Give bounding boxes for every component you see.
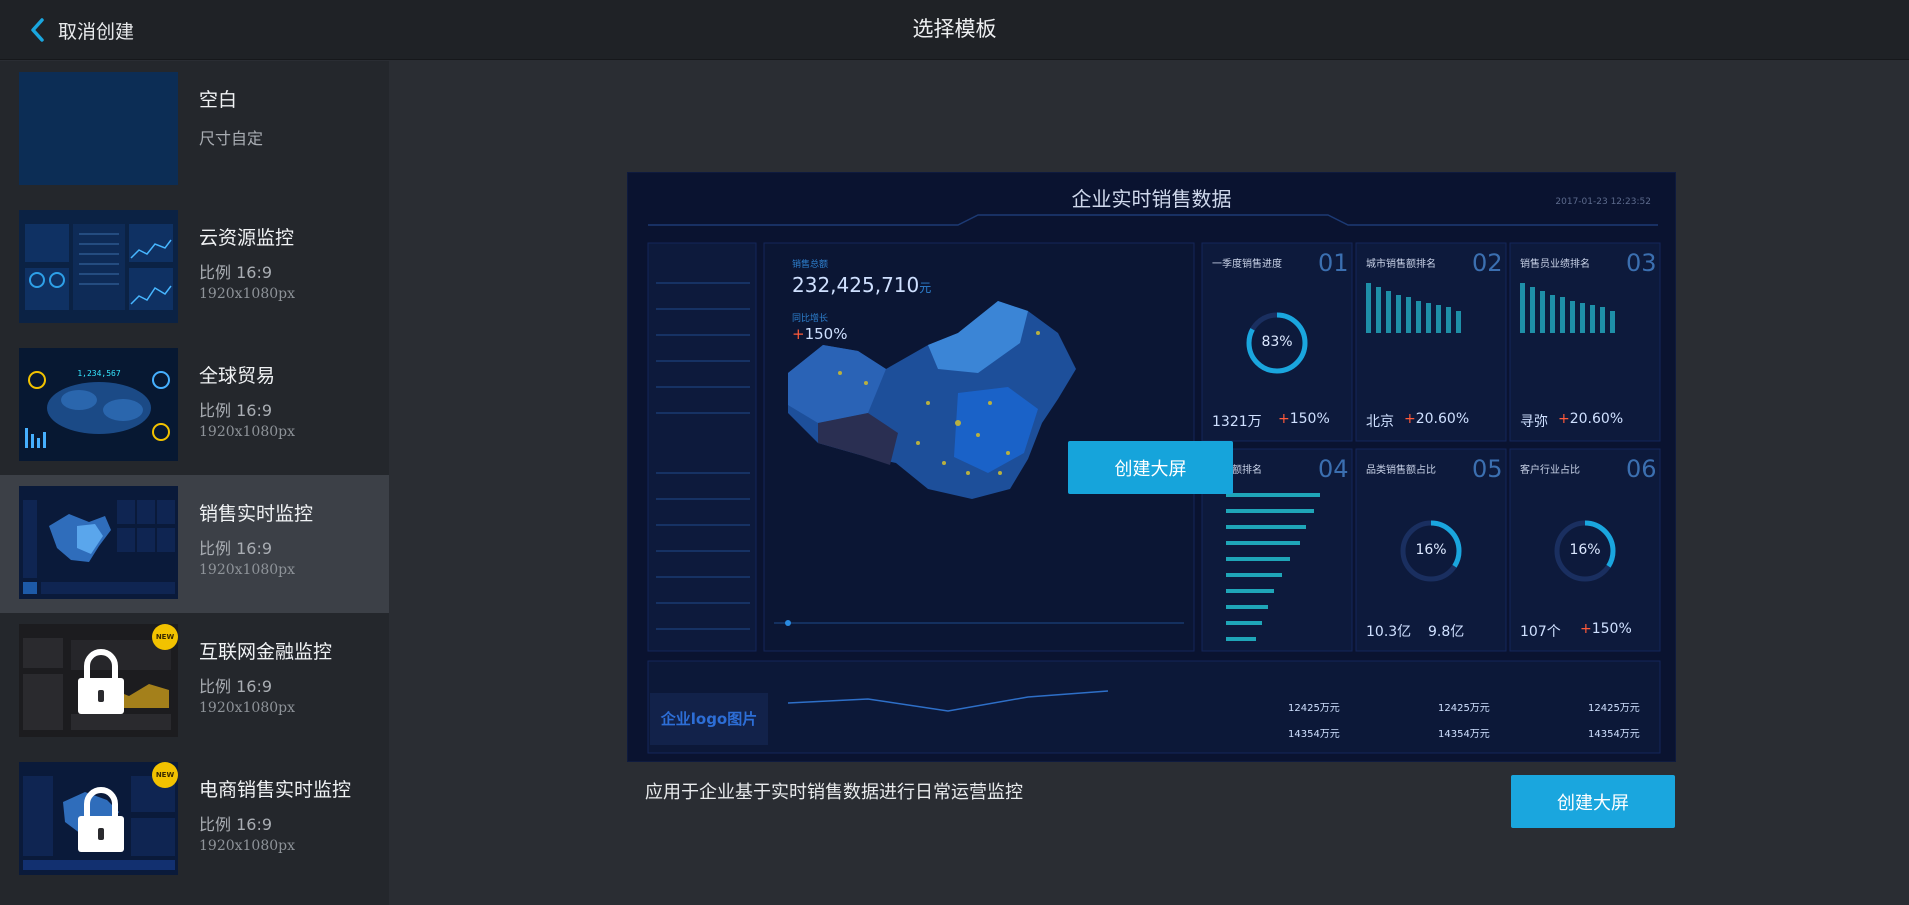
cancel-create-label: 取消创建 — [58, 20, 135, 43]
footer-value: 12425万元 — [1438, 703, 1490, 714]
create-screen-button[interactable]: 创建大屏 — [1511, 775, 1675, 828]
template-size: 1920x1080px — [199, 838, 296, 854]
template-description: 应用于企业基于实时销售数据进行日常运营监控 — [645, 782, 1023, 803]
template-thumbnail: 1,234,567 — [19, 348, 178, 461]
template-name: 互联网金融监控 — [199, 641, 333, 663]
template-ratio: 比例 16:9 — [199, 815, 273, 834]
card-number: 03 — [1626, 249, 1657, 277]
template-ratio: 比例 16:9 — [199, 401, 273, 420]
card-title: 客户行业占比 — [1520, 465, 1580, 476]
top-bar: 取消创建 选择模板 — [0, 0, 1909, 60]
preview-growth-label: 同比增长 — [792, 314, 829, 324]
card-stat: 10.3亿 — [1366, 624, 1412, 640]
card-title: 品类销售额占比 — [1366, 465, 1436, 476]
template-name: 空白 — [199, 89, 238, 111]
template-name: 销售实时监控 — [199, 503, 314, 525]
card-stat: 北京 — [1366, 414, 1394, 430]
template-name: 电商销售实时监控 — [199, 779, 352, 801]
card-number: 04 — [1318, 455, 1349, 483]
card-number: 02 — [1472, 249, 1503, 277]
preview-total-label: 销售总额 — [792, 260, 829, 270]
template-item-ecommerce-sales[interactable]: NEW 电商销售实时监控 比例 16:9 1920x1080px — [0, 751, 389, 889]
footer-value: 14354万元 — [1288, 729, 1340, 740]
template-thumbnail — [19, 486, 178, 599]
template-item-sales-monitor[interactable]: 销售实时监控 比例 16:9 1920x1080px — [0, 475, 389, 613]
footer-value: 14354万元 — [1438, 729, 1490, 740]
preview-timestamp: 2017-01-23 12:23:52 — [1555, 197, 1651, 207]
preview-title: 企业实时销售数据 — [1071, 187, 1232, 211]
template-ratio: 比例 16:9 — [199, 263, 273, 282]
card-stat: +20.60% — [1404, 411, 1470, 427]
template-ratio: 比例 16:9 — [199, 677, 273, 696]
template-thumbnail: NEW — [19, 624, 178, 737]
template-size: 1920x1080px — [199, 562, 296, 578]
ring-value: 83% — [1261, 334, 1293, 350]
card-stat: 1321万 — [1212, 414, 1262, 430]
new-badge: NEW — [152, 624, 178, 650]
card-number: 01 — [1318, 249, 1349, 277]
card-stat: +20.60% — [1558, 411, 1624, 427]
footer-value: 14354万元 — [1588, 729, 1640, 740]
card-stat-value: 150% — [1591, 621, 1632, 637]
preview-total-value: 232,425,710元 — [792, 273, 931, 297]
ring-value: 16% — [1415, 542, 1447, 558]
template-ratio: 比例 16:9 — [199, 539, 273, 558]
cancel-create-button[interactable]: 取消创建 — [26, 14, 134, 46]
preview-growth: +150% — [792, 325, 848, 343]
card-title: 一季度销售进度 — [1212, 259, 1282, 270]
template-name: 全球贸易 — [199, 365, 276, 387]
template-thumbnail — [19, 210, 178, 323]
create-screen-overlay-button[interactable]: 创建大屏 — [1068, 441, 1233, 494]
new-badge: NEW — [152, 762, 178, 788]
preview-growth-value: 150% — [804, 325, 848, 343]
footer-value: 12425万元 — [1588, 703, 1640, 714]
card-stat: 9.8亿 — [1428, 624, 1465, 640]
template-name: 云资源监控 — [199, 227, 295, 249]
card-number: 05 — [1472, 455, 1503, 483]
card-stat: 107个 — [1520, 624, 1561, 640]
template-thumbnail: NEW — [19, 762, 178, 875]
card-number: 06 — [1626, 455, 1657, 483]
template-size: 1920x1080px — [199, 424, 296, 440]
card-title: 销售员业绩排名 — [1520, 259, 1590, 270]
lock-icon — [78, 787, 124, 852]
template-subtitle: 尺寸自定 — [199, 129, 264, 148]
template-list: 空白 尺寸自定 云资源监控 比例 16:9 1920x1080px 1,234,… — [0, 61, 389, 905]
preview-total-unit: 元 — [919, 281, 932, 295]
card-stat-value: 150% — [1289, 411, 1330, 427]
footer-value: 12425万元 — [1288, 703, 1340, 714]
chevron-left-icon — [31, 18, 44, 42]
template-item-internet-finance[interactable]: NEW 互联网金融监控 比例 16:9 1920x1080px — [0, 613, 389, 751]
card-title: 城市销售额排名 — [1366, 259, 1436, 270]
template-thumbnail — [19, 72, 178, 185]
card-stat: +150% — [1278, 411, 1330, 427]
ring-value: 16% — [1569, 542, 1601, 558]
template-item-global-trade[interactable]: 1,234,567 全球贸易 比例 16:9 1920x1080px — [0, 337, 389, 475]
preview-total-number: 232,425,710 — [792, 273, 920, 297]
logo-placeholder: 企业logo图片 — [650, 693, 768, 745]
template-size: 1920x1080px — [199, 700, 296, 716]
card-stat-value: 20.60% — [1569, 411, 1624, 427]
template-item-cloud-monitor[interactable]: 云资源监控 比例 16:9 1920x1080px — [0, 199, 389, 337]
template-size: 1920x1080px — [199, 286, 296, 302]
template-item-blank[interactable]: 空白 尺寸自定 — [0, 61, 389, 199]
card-stat-value: 20.60% — [1415, 411, 1470, 427]
page-title: 选择模板 — [912, 17, 997, 41]
svg-text:1,234,567: 1,234,567 — [77, 369, 121, 378]
card-stat: 寻弥 — [1520, 414, 1548, 430]
lock-icon — [78, 649, 124, 714]
card-stat: +150% — [1580, 621, 1632, 637]
